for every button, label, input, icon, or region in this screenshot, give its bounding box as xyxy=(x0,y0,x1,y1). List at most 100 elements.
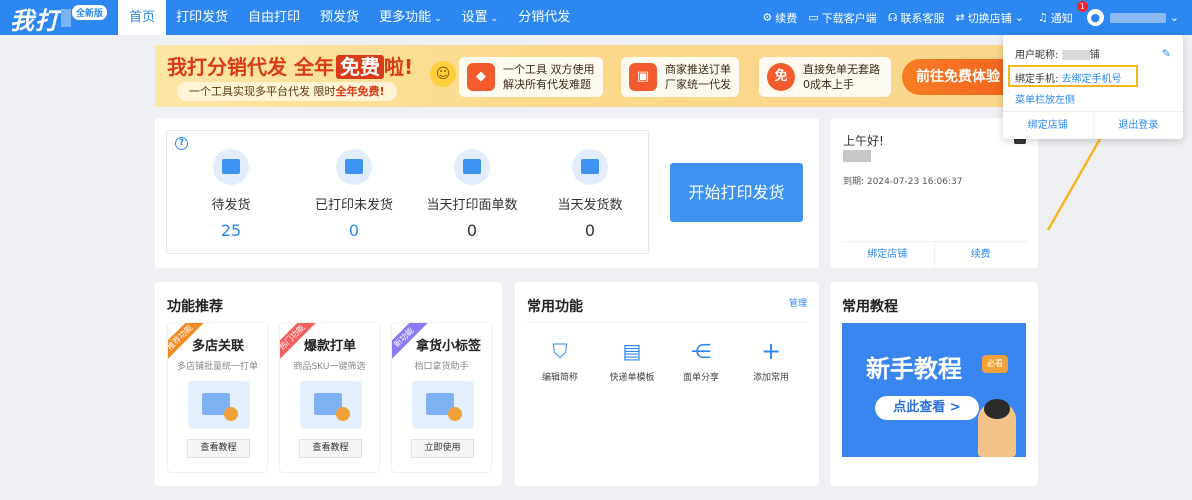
banner-title-main: 我打分销代发 全年 xyxy=(167,55,334,79)
func-waybill-share[interactable]: ⋲ 面单分享 xyxy=(666,340,736,383)
must-see-tag: 必看 xyxy=(982,355,1008,373)
bag-illustration xyxy=(300,381,362,429)
banner-title-end: 啦! xyxy=(383,55,414,79)
top-nav-bar: 我打 全新版 首页 打印发货 自由打印 预发货 更多功能 ⌄ 设置 ⌄ 分销代发 ⚙… xyxy=(0,0,1192,35)
smile-icon: ☺ xyxy=(430,61,456,87)
tool-icon: ◆ xyxy=(467,63,495,91)
stat-value: 0 xyxy=(466,221,478,240)
stat-pending-ship[interactable]: 待发货 25 xyxy=(171,149,291,240)
beginner-tutorial-banner[interactable]: 新手教程 必看 点此查看 > xyxy=(842,323,1026,457)
banner-sub-highlight: 全年免费! xyxy=(335,85,385,98)
chevron-down-icon: ⌄ xyxy=(490,14,499,24)
switch-store-link[interactable]: ⇄ 切换店铺 ⌄ xyxy=(955,10,1026,26)
headset-icon: ☊ xyxy=(887,11,898,24)
version-badge: 全新版 xyxy=(72,5,108,20)
common-functions-panel: 常用功能 管理 ⛉ 编辑简称 ▤ 快递单模板 ⋲ 面单分享 + 添加常用 xyxy=(515,282,819,486)
package-icon xyxy=(336,149,372,185)
nickname-row: 用户昵称: 铺 xyxy=(1015,46,1100,61)
func-express-template[interactable]: ▤ 快递单模板 xyxy=(597,340,667,383)
rec-card-name: 多店关联 xyxy=(192,339,245,354)
promo-banner[interactable]: 我打分销代发 全年 免费 啦! 一个工具实现多平台代发 限时全年免费! ☺ ◆ 一个… xyxy=(155,45,1037,107)
tutorial-image-title: 新手教程 xyxy=(866,355,962,383)
start-print-ship-button[interactable]: 开始打印发货 xyxy=(670,163,803,222)
rec-card-name: 爆款打单 xyxy=(304,339,357,354)
nav-print-ship[interactable]: 打印发货 xyxy=(166,0,238,35)
download-client-link[interactable]: ▭ 下载客户端 xyxy=(808,10,876,26)
banner-card-push: ▣ 商家推送订单 厂家统一代发 xyxy=(621,57,739,97)
user-menu[interactable]: 1 ● ⌄ xyxy=(1076,1,1182,26)
func-add-common[interactable]: + 添加常用 xyxy=(736,339,806,383)
switch-store-label: 切换店铺 xyxy=(967,11,1012,25)
nickname-redacted xyxy=(1061,50,1090,60)
func-label: 添加常用 xyxy=(752,373,789,383)
nav-home-label: 首页 xyxy=(129,10,156,25)
func-edit-short-name[interactable]: ⛉ 编辑简称 xyxy=(525,340,595,383)
brand-logo[interactable]: 我打 全新版 xyxy=(10,3,108,35)
renew-button[interactable]: 续费 xyxy=(935,242,1028,268)
panel-title: 常用教程 xyxy=(842,299,898,315)
stat-printed-unshipped[interactable]: 已打印未发货 0 xyxy=(294,149,414,240)
phone-row: 绑定手机: 去绑定手机号 xyxy=(1015,70,1122,85)
banner-card-line: 一个工具 双方使用 xyxy=(503,63,595,76)
username-redacted xyxy=(1109,12,1166,23)
stats-panel: ? 待发货 25 已打印未发货 0 当天打印面单数 0 当天发货数 0 开始打印… xyxy=(155,118,819,268)
rec-card-multi-store[interactable]: 推荐功能 多店关联 多店铺批量统一打单 查看教程 xyxy=(167,322,268,473)
nav-more-features-label: 更多功能 xyxy=(379,10,432,25)
nickname-label: 用户昵称: xyxy=(1015,50,1059,61)
service-label: 联系客服 xyxy=(900,11,945,25)
recommend-panel: 功能推荐 推荐功能 多店关联 多店铺批量统一打单 查看教程 热门功能 爆款打单 … xyxy=(155,282,502,486)
stat-label: 已打印未发货 xyxy=(314,198,393,213)
banner-card-line: 厂家统一代发 xyxy=(665,78,731,91)
nav-home[interactable]: 首页 xyxy=(118,0,167,35)
divider xyxy=(527,322,807,323)
stat-value: 0 xyxy=(348,221,360,240)
panel-title: 功能推荐 xyxy=(167,299,223,315)
chevron-down-icon: ⌄ xyxy=(1169,11,1179,24)
shopping-bag-icon: ⛉ xyxy=(552,339,568,363)
template-icon: ▤ xyxy=(622,339,642,363)
contact-service-link[interactable]: ☊ 联系客服 xyxy=(888,10,945,26)
banner-sub-main: 一个工具实现多平台代发 限时 xyxy=(189,85,336,98)
nav-distribution[interactable]: 分销代发 xyxy=(508,0,580,35)
stats-box: ? 待发货 25 已打印未发货 0 当天打印面单数 0 当天发货数 0 xyxy=(166,130,649,254)
use-now-button[interactable]: 立即使用 xyxy=(411,439,474,458)
main-nav: 首页 打印发货 自由打印 预发货 更多功能 ⌄ 设置 ⌄ 分销代发 xyxy=(118,0,580,35)
view-tutorial-button[interactable]: 查看教程 xyxy=(299,439,362,458)
rec-card-desc: 商品SKU一键筛选 xyxy=(293,362,366,372)
tutorial-panel: 常用教程 新手教程 必看 点此查看 > xyxy=(830,282,1038,486)
notice-link[interactable]: ♫ 通知 xyxy=(1038,10,1073,26)
account-panel: 上午好! 到期: 2024-07-23 16:06:37 绑定店铺 续费 xyxy=(830,118,1038,268)
avatar-icon: ● xyxy=(1086,9,1104,26)
bind-store-button[interactable]: 绑定店铺 xyxy=(841,242,935,268)
nav-pre-ship[interactable]: 预发货 xyxy=(310,0,369,35)
renew-icon: ⚙ xyxy=(762,11,773,24)
stat-value: 0 xyxy=(584,221,596,240)
dropdown-footer: 绑定店铺 退出登录 xyxy=(1003,111,1183,139)
bind-phone-link[interactable]: 去绑定手机号 xyxy=(1062,74,1122,85)
bind-store-button[interactable]: 绑定店铺 xyxy=(1003,112,1094,139)
edit-icon[interactable]: ✎ xyxy=(1162,47,1171,60)
user-dropdown-menu: 用户昵称: 铺 ✎ 绑定手机: 去绑定手机号 菜单栏放左侧 绑定店铺 退出登录 xyxy=(1003,35,1183,139)
logout-button[interactable]: 退出登录 xyxy=(1094,112,1184,139)
nav-settings[interactable]: 设置 ⌄ xyxy=(452,0,509,35)
view-here-button[interactable]: 点此查看 > xyxy=(875,396,979,420)
barcode-illustration xyxy=(412,381,474,429)
greeting-text: 上午好! xyxy=(843,134,884,148)
nav-free-print[interactable]: 自由打印 xyxy=(238,0,310,35)
panel-title: 常用功能 xyxy=(527,299,583,315)
manage-link[interactable]: 管理 xyxy=(789,296,807,309)
view-tutorial-button[interactable]: 查看教程 xyxy=(187,439,250,458)
phone-label: 绑定手机: xyxy=(1015,74,1059,85)
top-right-links: ⚙ 续费 ▭ 下载客户端 ☊ 联系客服 ⇄ 切换店铺 ⌄ ♫ 通知 1 ● ⌄ xyxy=(751,0,1182,35)
nav-free-print-label: 自由打印 xyxy=(248,10,301,25)
banner-card-free: 免 直接免单无套路 0成本上手 xyxy=(759,57,891,97)
logo-mark xyxy=(61,9,71,27)
banner-title-free: 免费 xyxy=(335,55,384,79)
rec-card-pickup-label[interactable]: 新功能 拿货小标签 档口拿货助手 立即使用 xyxy=(391,322,492,473)
upload-box-icon xyxy=(572,149,608,185)
rec-card-hot-print[interactable]: 热门功能 爆款打单 商品SKU一键筛选 查看教程 xyxy=(279,322,380,473)
renew-link[interactable]: ⚙ 续费 xyxy=(762,10,797,26)
menu-left-link[interactable]: 菜单栏放左侧 xyxy=(1015,91,1075,106)
nav-settings-label: 设置 xyxy=(461,10,488,25)
nav-more-features[interactable]: 更多功能 ⌄ xyxy=(369,0,452,35)
